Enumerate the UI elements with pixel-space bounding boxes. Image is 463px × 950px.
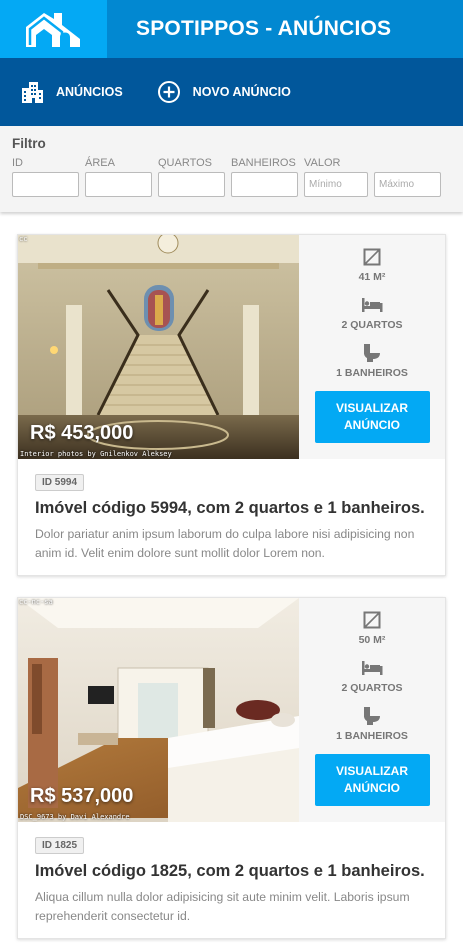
- filter-valor-max-input[interactable]: [374, 172, 441, 197]
- listing-area: 41 M²: [358, 271, 386, 283]
- view-listing-button[interactable]: VISUALIZAR ANÚNCIO: [314, 754, 430, 806]
- filter-id-input[interactable]: [12, 172, 79, 197]
- listing-area: 50 M²: [358, 634, 386, 646]
- bed-icon: [361, 658, 383, 678]
- page-title: SPOTIPPOS - ANÚNCIOS: [136, 17, 392, 40]
- listing-id-badge: ID 5994: [35, 474, 85, 491]
- building-icon: [20, 80, 44, 104]
- listing-description: Dolor pariatur anim ipsum laborum do cul…: [35, 527, 415, 560]
- main-nav: ANÚNCIOS NOVO ANÚNCIO: [0, 58, 463, 126]
- listing-price: R$ 537,000: [30, 785, 134, 807]
- title-bar: SPOTIPPOS - ANÚNCIOS: [107, 0, 463, 58]
- plus-circle-icon: [157, 80, 181, 104]
- view-listing-button[interactable]: VISUALIZAR ANÚNCIO: [314, 391, 430, 443]
- listing-id-badge: ID 1825: [35, 837, 85, 854]
- photo-credit: Interior photos by Gnilenkov Aleksey: [20, 450, 172, 458]
- toilet-icon: [362, 343, 382, 363]
- toilet-icon: [362, 706, 382, 726]
- listing-stats: 50 M² 2 QUARTOS 1 BANHEIROS VISUALIZAR A…: [299, 598, 445, 822]
- listing-quartos: 2 QUARTOS: [341, 682, 403, 694]
- listing-photo[interactable]: cc R$ 453,000 Interior photos by Gnilenk…: [18, 235, 299, 459]
- filter-title: Filtro: [12, 136, 46, 151]
- filter-valor-max-label: [374, 157, 441, 170]
- listing-title[interactable]: Imóvel código 1825, com 2 quartos e 1 ba…: [35, 862, 428, 881]
- photo-license: cc-nc-sa: [19, 598, 53, 606]
- filter-panel: Filtro ID ÁREA QUARTOS BANHEIROS VALOR: [0, 126, 463, 212]
- listing-title[interactable]: Imóvel código 5994, com 2 quartos e 1 ba…: [35, 499, 428, 518]
- filter-banheiros-label: BANHEIROS: [231, 157, 296, 169]
- filter-quartos-input[interactable]: [158, 172, 225, 197]
- listing-banheiros: 1 BANHEIROS: [336, 367, 408, 379]
- filter-valor-min-input[interactable]: [304, 172, 368, 197]
- listing-banheiros: 1 BANHEIROS: [336, 730, 408, 742]
- listing-stats: 41 M² 2 QUARTOS 1 BANHEIROS VISUALIZAR A…: [299, 235, 445, 459]
- photo-credit: DSC_9673 by Davi Alexandre: [20, 813, 130, 821]
- logo[interactable]: [0, 0, 107, 58]
- listing-price: R$ 453,000: [30, 422, 134, 444]
- filter-area-label: ÁREA: [85, 157, 115, 169]
- listing-list: cc R$ 453,000 Interior photos by Gnilenk…: [0, 234, 463, 939]
- filter-area-input[interactable]: [85, 172, 152, 197]
- filter-id-label: ID: [12, 157, 23, 169]
- listing-card: cc-nc-sa R$ 537,000 DSC_9673 by Davi Ale…: [17, 597, 446, 939]
- bed-icon: [361, 295, 383, 315]
- nav-item-novo-anuncio[interactable]: NOVO ANÚNCIO: [157, 80, 291, 104]
- house-logo-icon: [25, 13, 80, 47]
- photo-license: cc: [19, 235, 28, 243]
- filter-quartos-label: QUARTOS: [158, 157, 212, 169]
- nav-label-novo-anuncio: NOVO ANÚNCIO: [192, 85, 291, 99]
- listing-photo[interactable]: cc-nc-sa R$ 537,000 DSC_9673 by Davi Ale…: [18, 598, 299, 822]
- filter-valor-label: VALOR: [304, 157, 341, 169]
- area-icon: [363, 610, 381, 630]
- listing-card: cc R$ 453,000 Interior photos by Gnilenk…: [17, 234, 446, 576]
- listing-description: Aliqua cillum nulla dolor adipisicing si…: [35, 890, 410, 923]
- app-header: SPOTIPPOS - ANÚNCIOS: [0, 0, 463, 58]
- nav-item-anuncios[interactable]: ANÚNCIOS: [20, 80, 123, 104]
- area-icon: [363, 247, 381, 267]
- nav-label-anuncios: ANÚNCIOS: [56, 85, 123, 99]
- filter-banheiros-input[interactable]: [231, 172, 298, 197]
- listing-quartos: 2 QUARTOS: [341, 319, 403, 331]
